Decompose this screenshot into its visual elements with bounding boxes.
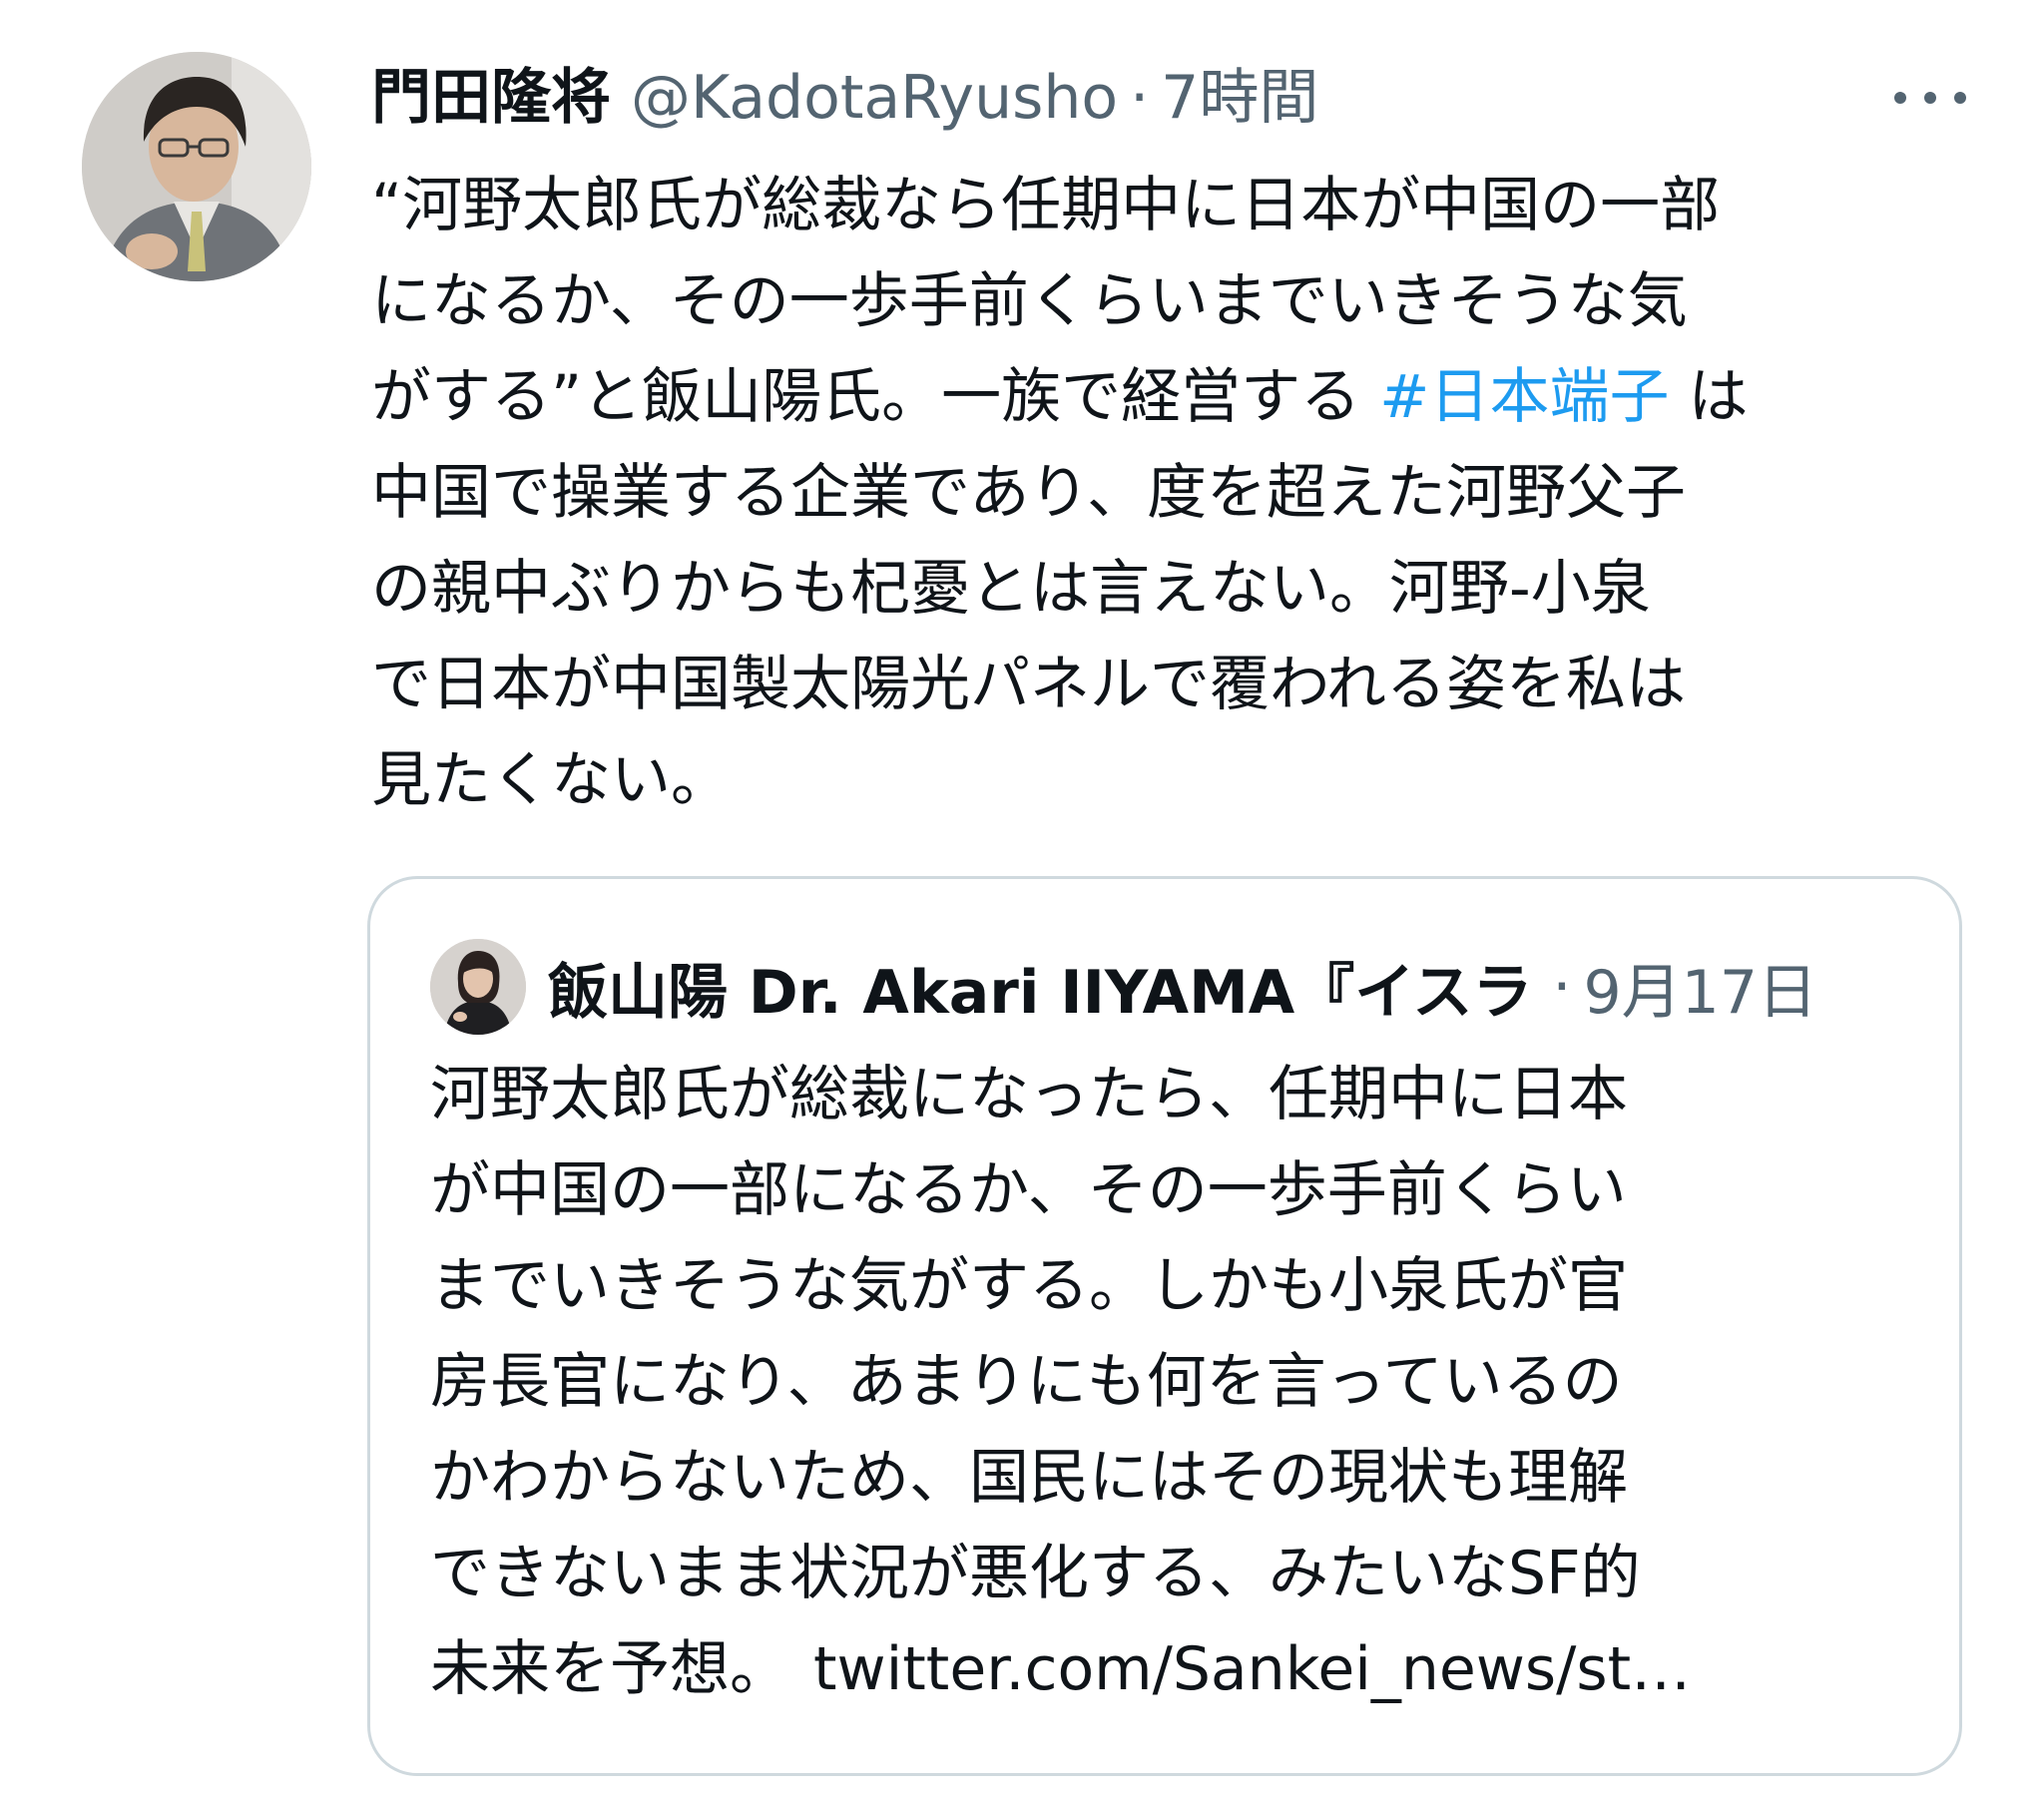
tweet-text: “河野太郎氏が総裁なら任期中に日本が中国の一部 になるか、その一歩手前くらいまで… (371, 158, 1978, 828)
quoted-text-line: までいきそうな気がする。しかも小泉氏が官 (430, 1251, 1628, 1321)
tweet-text-segment: は (1688, 362, 1749, 432)
quoted-tweet-header: 飯山陽 Dr. Akari IIYAMA『イスラ · 9月17日 (430, 937, 1817, 1037)
quoted-text-line: できないまま状況が悪化する、みたいなSF的 (430, 1539, 1641, 1608)
quoted-author-name[interactable]: 飯山陽 Dr. Akari IIYAMA『イスラ (548, 944, 1532, 1031)
quoted-text-line: 房長官になり、あまりにも何を言っているの (430, 1347, 1623, 1417)
quoted-text-segment: 未来を予想。 (430, 1634, 789, 1704)
quoted-tweet-card[interactable]: 飯山陽 Dr. Akari IIYAMA『イスラ · 9月17日 河野太郎氏が総… (367, 876, 1962, 1776)
tweet-header: 門田隆将 @KadotaRyusho · 7時間 (371, 56, 1318, 140)
tweet-text-line: 見たくない。 (371, 745, 731, 815)
author-avatar[interactable] (82, 52, 311, 281)
more-options-icon[interactable] (1894, 78, 1966, 118)
author-avatar-image (82, 52, 311, 281)
quoted-text-line: が中国の一部になるか、その一歩手前くらい (430, 1155, 1627, 1225)
quoted-text-line: 河野太郎氏が総裁になったら、任期中に日本 (430, 1060, 1628, 1129)
author-handle[interactable]: @KadotaRyusho (631, 56, 1118, 140)
separator-dot: · (1130, 63, 1150, 133)
more-dot (1894, 92, 1906, 104)
more-dot (1954, 92, 1966, 104)
quoted-text-line: 未来を予想。 twitter.com/Sankei_news/st… (430, 1621, 1927, 1717)
quoted-author-avatar[interactable] (430, 939, 526, 1035)
tweet-text-line: 中国で操業する企業であり、度を超えた河野父子 (371, 458, 1686, 528)
tweet-text-line: で日本が中国製太陽光パネルで覆われる姿を私は (371, 650, 1686, 719)
tweet-text-line: “河野太郎氏が総裁なら任期中に日本が中国の一部 (371, 171, 1721, 240)
quoted-tweet-date[interactable]: 9月17日 (1584, 944, 1818, 1031)
quoted-text-line: かわからないため、国民にはその現状も理解 (430, 1443, 1628, 1513)
tweet[interactable]: 門田隆将 @KadotaRyusho · 7時間 “河野太郎氏が総裁なら任期中に… (0, 0, 2044, 1797)
separator-dot: · (1552, 952, 1572, 1022)
quoted-tweet-link[interactable]: twitter.com/Sankei_news/st… (813, 1634, 1691, 1704)
tweet-text-segment: がする”と飯山陽氏。一族で経営する (371, 362, 1361, 432)
more-dot (1924, 92, 1936, 104)
quoted-tweet-text: 河野太郎氏が総裁になったら、任期中に日本 が中国の一部になるか、その一歩手前くら… (430, 1047, 1927, 1717)
tweet-timestamp[interactable]: 7時間 (1161, 56, 1318, 140)
quoted-author-avatar-image (430, 939, 526, 1035)
author-name[interactable]: 門田隆将 (371, 56, 611, 140)
tweet-text-line: の親中ぶりからも杞憂とは言えない。河野‐小泉 (371, 554, 1651, 624)
tweet-text-line: がする”と飯山陽氏。一族で経営する #日本端子 は (371, 349, 1978, 445)
hashtag-link[interactable]: #日本端子 (1379, 362, 1669, 432)
tweet-text-line: になるか、その一歩手前くらいまでいきそうな気 (371, 266, 1688, 336)
